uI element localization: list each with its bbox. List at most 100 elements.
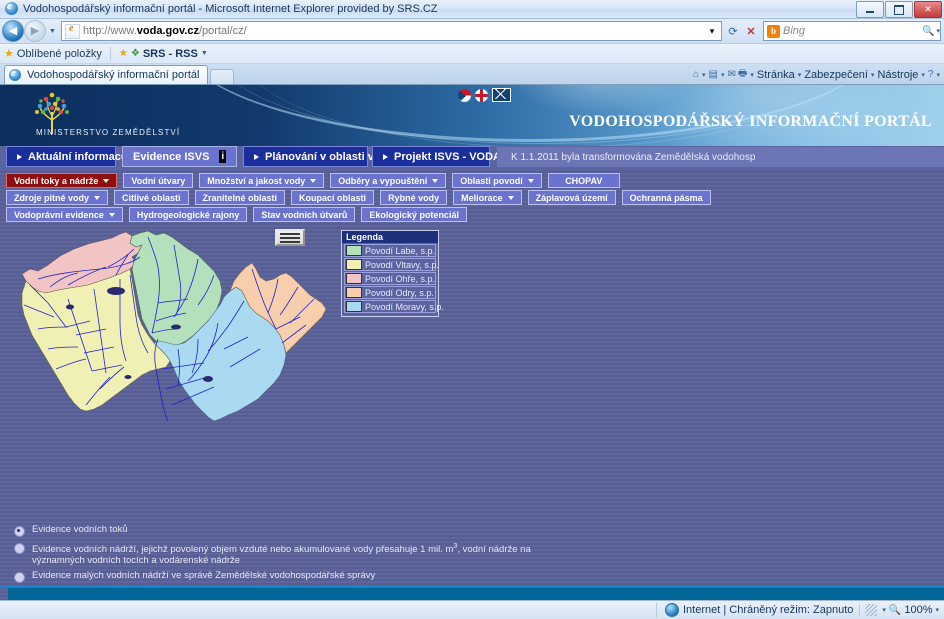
feeds-icon[interactable]: ▤ [709,69,718,80]
menu-vodopravni-evidence[interactable]: Vodoprávní evidence [6,207,123,222]
chevron-down-icon[interactable]: ▾ [797,71,803,79]
navigation-bar: ◀ ▶ ▼ http://www.voda.gov.cz/portal/cz/ … [0,19,944,44]
flag-en-icon[interactable] [475,88,488,102]
nav-tab-projekt-isvs-voda[interactable]: Projekt ISVS - VODA [372,146,501,167]
ministry-logo[interactable]: MINISTERSTVO ZEMĚDĚLSTVÍ [16,90,179,142]
chevron-down-icon[interactable]: ▾ [935,606,939,614]
new-tab-button[interactable] [210,69,235,84]
radio-malych-nadrzi-zvhs[interactable] [14,572,25,584]
compatibility-icon[interactable] [865,604,878,616]
menu-safety[interactable]: Zabezpečení [804,69,868,81]
menu-meliorace[interactable]: Meliorace [453,190,522,205]
zoom-control[interactable]: ▾ 🔍 100% ▾ [859,604,944,616]
arrow-right-icon [383,153,388,160]
radio-evidence-vodnich-toku[interactable] [14,526,25,537]
menu-vodni-utvary[interactable]: Vodní útvary [123,173,194,188]
menu-koupaci-oblasti[interactable]: Koupací oblasti [291,190,375,205]
help-icon[interactable]: ? [928,69,934,80]
print-icon[interactable]: 🖶 [738,66,747,83]
chevron-down-icon[interactable]: ▾ [749,71,755,79]
radio-option-row[interactable]: Evidence malých vodních nádrží ve správě… [0,569,560,586]
legend-item[interactable]: Povodí Vltavy, s.p. [344,258,439,271]
menu-zdroje-pitne-vody[interactable]: Zdroje pitné vody [6,190,109,205]
map-toolbar-button[interactable] [275,229,305,246]
chevron-down-icon[interactable]: ▾ [935,71,941,79]
radio-option-row[interactable]: Evidence vodních nádrží, jejichž povolen… [0,540,560,569]
chevron-down-icon[interactable]: ▾ [870,71,876,79]
menu-label: Ochranná pásma [629,192,703,203]
chevron-down-icon[interactable]: ▾ [720,71,726,79]
flag-cz-icon[interactable] [458,88,471,102]
nav-tab-aktualni-informace[interactable]: Aktuální informace [6,146,127,167]
address-bar[interactable]: http://www.voda.gov.cz/portal/cz/ ▾ [61,21,722,41]
favorites-star-icon[interactable]: ★ [4,47,14,60]
favorites-item-srs-rss[interactable]: SRS - RSS [143,48,198,60]
nav-tab-planovani-v-oblasti-vod[interactable]: Plánování v oblasti vod [243,146,387,167]
home-icon[interactable]: ⌂ [693,69,699,80]
menu-stav-vodnich-utvaru[interactable]: Stav vodních útvarů [253,207,356,222]
favorites-label[interactable]: Oblíbené položky [17,48,102,60]
chevron-down-icon[interactable]: ▾ [701,71,707,79]
legend-title: Legenda [342,231,438,243]
title-bar: Vodohospodářský informační portál - Micr… [0,0,944,19]
menu-label: Záplavová území [535,192,608,203]
menu-page[interactable]: Stránka [757,69,795,81]
search-input[interactable]: Bing [783,25,922,37]
legend-item[interactable]: Povodí Labe, s.p. [344,244,436,257]
mail-icon[interactable]: ✉ [728,69,736,80]
bing-icon: b [767,24,780,38]
radio-option-row[interactable]: Evidence vodních toků [0,523,560,540]
mail-icon[interactable] [492,88,511,102]
minimize-button[interactable] [856,1,884,18]
legend-item[interactable]: Povodí Odry, s.p. [344,286,436,299]
nav-tab-label: Aktuální informace [28,150,128,163]
nav-tab-evidence-isvs[interactable]: Evidence ISVS i [122,146,237,167]
menu-zranitelne-oblasti[interactable]: Zranitelné oblasti [194,190,286,205]
chevron-down-icon [310,178,317,183]
menu-ekologicky-potencial[interactable]: Ekologický potenciál [361,207,467,222]
search-provider-dropdown-icon[interactable]: ▾ [936,27,940,35]
chevron-down-icon[interactable]: ▼ [201,50,208,57]
menu-vodni-toky-a-nadrze[interactable]: Vodní toky a nádrže [6,173,118,188]
legend-label: Povodí Odry, s.p. [365,287,434,298]
separator [109,47,111,60]
news-ticker: K 1.1.2011 byla transformována Zemědělsk… [497,147,944,167]
legend-item[interactable]: Povodí Ohře, s.p. [344,272,436,285]
security-zone[interactable]: Internet | Chráněný režim: Zapnuto [655,603,859,617]
rss-feed-icon[interactable]: ❖ [131,48,140,59]
stop-icon[interactable]: ✕ [742,22,760,40]
restore-button[interactable] [885,1,913,18]
chevron-down-icon [94,195,101,200]
forward-button[interactable]: ▶ [24,20,46,42]
menu-oblasti-povodi[interactable]: Oblasti povodí [452,173,542,188]
menu-hydrogeologicke-rajony[interactable]: Hydrogeologické rajony [128,207,248,222]
radio-evidence-vodnich-nadrzi[interactable] [14,543,25,554]
menu-tools[interactable]: Nástroje [877,69,918,81]
legend-item[interactable]: Povodí Moravy, s.p. [344,300,444,313]
arrow-right-icon [254,153,259,160]
menu-ochranna-pasma[interactable]: Ochranná pásma [621,190,711,205]
chevron-down-icon[interactable]: ▾ [882,606,886,614]
menu-mnozstvi-a-jakost-vody[interactable]: Množství a jakost vody [199,173,325,188]
browser-tab[interactable]: Vodohospodářský informační portál [4,65,209,84]
history-dropdown-icon[interactable]: ▼ [46,21,59,41]
river-basin-map[interactable] [8,229,338,427]
menu-zaplavova-uzemi[interactable]: Záplavová území [527,190,616,205]
menu-citlive-oblasti[interactable]: Citlivé oblasti [114,190,189,205]
refresh-icon[interactable]: ⟳ [724,22,742,40]
menu-rybne-vody[interactable]: Rybné vody [380,190,448,205]
close-button[interactable]: ✕ [914,1,942,18]
menu-label: Vodní útvary [131,175,186,186]
menu-label: Vodoprávní evidence [14,209,104,220]
chevron-down-icon[interactable]: ▾ [920,71,926,79]
search-icon[interactable]: 🔍 [922,26,936,37]
menu-chopav[interactable]: CHOPAV [547,173,620,188]
search-box[interactable]: b Bing 🔍 ▾ [763,21,941,41]
add-to-favorites-icon[interactable]: ★ [119,48,128,59]
info-badge[interactable]: i [219,150,226,163]
menu-label: Meliorace [461,192,503,203]
menu-odbery-a-vypousteni[interactable]: Odběry a vypouštění [330,173,447,188]
legend-label: Povodí Vltavy, s.p. [365,259,439,270]
address-dropdown-icon[interactable]: ▾ [705,26,719,37]
back-button[interactable]: ◀ [2,20,24,42]
